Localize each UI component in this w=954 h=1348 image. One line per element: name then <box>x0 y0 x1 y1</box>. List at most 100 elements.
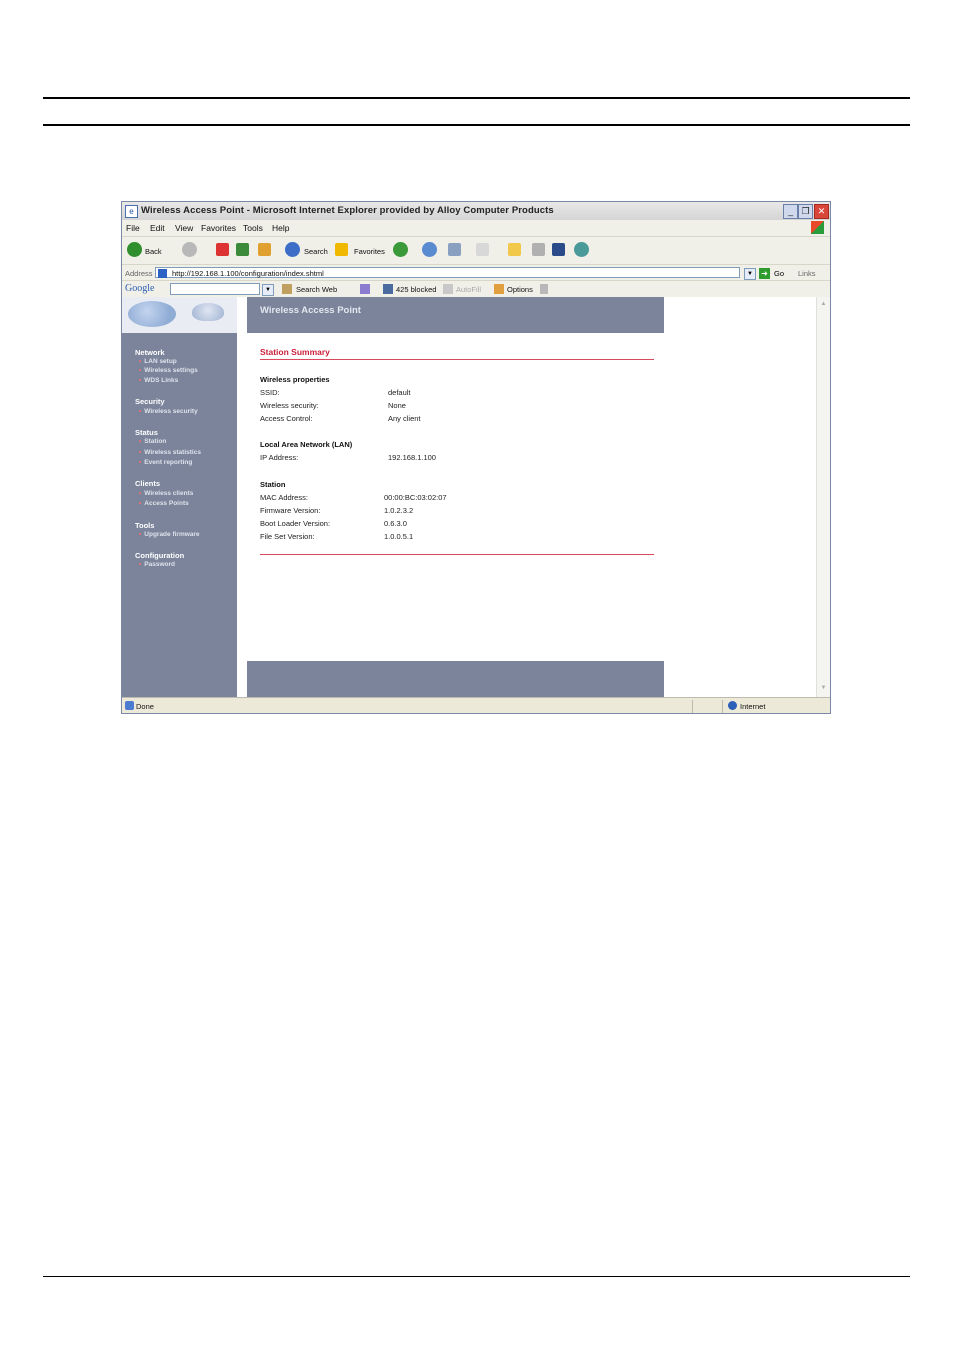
wireless-security-value: None <box>388 401 406 410</box>
autofill-button[interactable]: AutoFill <box>456 285 481 294</box>
stop-icon[interactable] <box>216 243 229 256</box>
refresh-icon[interactable] <box>236 243 249 256</box>
boot-loader-version-label: Boot Loader Version: <box>260 519 331 528</box>
nav-link-upgrade-firmware[interactable]: • Upgrade firmware <box>139 531 200 538</box>
status-bar: Done Internet <box>122 697 830 714</box>
favorites-star-icon[interactable] <box>335 243 348 256</box>
back-button-label[interactable]: Back <box>145 247 162 256</box>
menu-tools[interactable]: Tools <box>243 223 263 233</box>
print-icon[interactable] <box>448 243 461 256</box>
google-dropdown-icon[interactable]: ▼ <box>262 284 274 296</box>
nav-link-event-reporting[interactable]: • Event reporting <box>139 459 192 466</box>
section-title: Station Summary <box>260 347 330 357</box>
nav-link-wireless-statistics[interactable]: • Wireless statistics <box>139 449 201 456</box>
popup-blocked-count[interactable]: 425 blocked <box>396 285 436 294</box>
section-divider <box>260 359 654 360</box>
nav-link-wireless-settings[interactable]: • Wireless settings <box>139 367 198 374</box>
back-arrow-icon[interactable] <box>127 242 142 257</box>
status-divider <box>722 700 723 713</box>
menu-edit[interactable]: Edit <box>150 223 165 233</box>
history-icon[interactable] <box>393 242 408 257</box>
file-set-version-value: 1.0.0.5.1 <box>384 532 414 541</box>
go-arrow-icon[interactable]: ➜ <box>759 268 770 279</box>
nav-link-wireless-security[interactable]: • Wireless security <box>139 408 198 415</box>
browser-window: e Wireless Access Point - Microsoft Inte… <box>121 201 831 714</box>
close-button[interactable]: ✕ <box>814 204 829 219</box>
header-rule <box>43 124 910 126</box>
windows-logo-icon <box>811 221 824 234</box>
nav-group-network: Network <box>135 348 165 357</box>
toolbar: Back Search Favorites <box>122 236 830 265</box>
nav-link-lan-setup[interactable]: • LAN setup <box>139 358 177 365</box>
edit-icon[interactable] <box>476 243 489 256</box>
firmware-version-label: Firmware Version: <box>260 506 321 515</box>
vertical-scrollbar[interactable]: ▲ ▼ <box>816 297 830 697</box>
forward-arrow-icon[interactable] <box>182 242 197 257</box>
menu-favorites[interactable]: Favorites <box>201 223 236 233</box>
ssid-label: SSID: <box>260 388 280 397</box>
highlight-pen-icon[interactable] <box>540 284 548 294</box>
lan-heading: Local Area Network (LAN) <box>260 440 353 449</box>
access-control-value: Any client <box>388 414 421 423</box>
maximize-button[interactable]: ❐ <box>798 204 813 219</box>
status-text: Done <box>136 702 154 711</box>
address-input[interactable]: http://192.168.1.100/configuration/index… <box>155 267 740 278</box>
nav-group-clients: Clients <box>135 479 161 488</box>
address-label: Address <box>125 269 153 278</box>
research-icon[interactable] <box>532 243 545 256</box>
mail-icon[interactable] <box>422 242 437 257</box>
status-divider <box>692 700 693 713</box>
search-web-button[interactable]: Search Web <box>296 285 337 294</box>
window-title: Wireless Access Point - Microsoft Intern… <box>141 205 554 216</box>
access-control-label: Access Control: <box>260 414 313 423</box>
options-button[interactable]: Options <box>507 285 533 294</box>
pagerank-icon[interactable] <box>360 284 370 294</box>
page-status-icon <box>125 701 134 710</box>
menu-view[interactable]: View <box>175 223 193 233</box>
nav-group-status: Status <box>135 428 158 437</box>
minimize-button[interactable]: _ <box>783 204 798 219</box>
favorites-button-label[interactable]: Favorites <box>354 247 385 256</box>
google-toolbar: Google ▼ Search Web 425 blocked AutoFill… <box>122 280 830 298</box>
google-search-input[interactable] <box>170 283 260 295</box>
address-bar: Address http://192.168.1.100/configurati… <box>122 264 830 281</box>
section-bottom-divider <box>260 554 654 555</box>
search-button-label[interactable]: Search <box>304 247 328 256</box>
links-button[interactable]: Links <box>798 269 816 278</box>
search-icon[interactable] <box>285 242 300 257</box>
menu-help[interactable]: Help <box>272 223 289 233</box>
address-dropdown-icon[interactable]: ▼ <box>744 268 756 280</box>
sidebar-nav: Network • LAN setup • Wireless settings • W… <box>122 297 237 697</box>
ie-page-icon: e <box>125 205 138 218</box>
nav-link-wds-links[interactable]: • WDS Links <box>139 377 178 384</box>
go-button[interactable]: Go <box>774 269 784 278</box>
options-icon[interactable] <box>494 284 504 294</box>
station-heading: Station <box>260 480 286 489</box>
wireless-properties-heading: Wireless properties <box>260 375 330 384</box>
ip-address-label: IP Address: <box>260 453 299 462</box>
page-title: Wireless Access Point <box>260 305 361 316</box>
media-icon[interactable] <box>552 243 565 256</box>
scroll-down-icon[interactable]: ▼ <box>818 683 829 694</box>
content-header: Wireless Access Point <box>247 297 664 333</box>
wireless-security-label: Wireless security: <box>260 401 319 410</box>
nav-link-station[interactable]: • Station <box>139 438 166 445</box>
footer-rule <box>43 1276 910 1277</box>
menu-file[interactable]: File <box>126 223 140 233</box>
messenger-icon[interactable] <box>574 242 589 257</box>
autofill-icon[interactable] <box>443 284 453 294</box>
nav-link-password[interactable]: • Password <box>139 561 175 568</box>
search-web-icon[interactable] <box>282 284 292 294</box>
nav-link-access-points[interactable]: • Access Points <box>139 500 189 507</box>
nav-link-wireless-clients[interactable]: • Wireless clients <box>139 490 193 497</box>
boot-loader-version-value: 0.6.3.0 <box>384 519 407 528</box>
scroll-up-icon[interactable]: ▲ <box>818 299 829 310</box>
nav-group-configuration: Configuration <box>135 551 185 560</box>
folder-icon[interactable] <box>508 243 521 256</box>
sidebar-logo <box>122 297 237 333</box>
home-icon[interactable] <box>258 243 271 256</box>
google-logo[interactable]: Google <box>125 283 154 294</box>
top-rule <box>43 97 910 99</box>
progress-indicator <box>122 713 187 714</box>
popup-blocker-icon[interactable] <box>383 284 393 294</box>
